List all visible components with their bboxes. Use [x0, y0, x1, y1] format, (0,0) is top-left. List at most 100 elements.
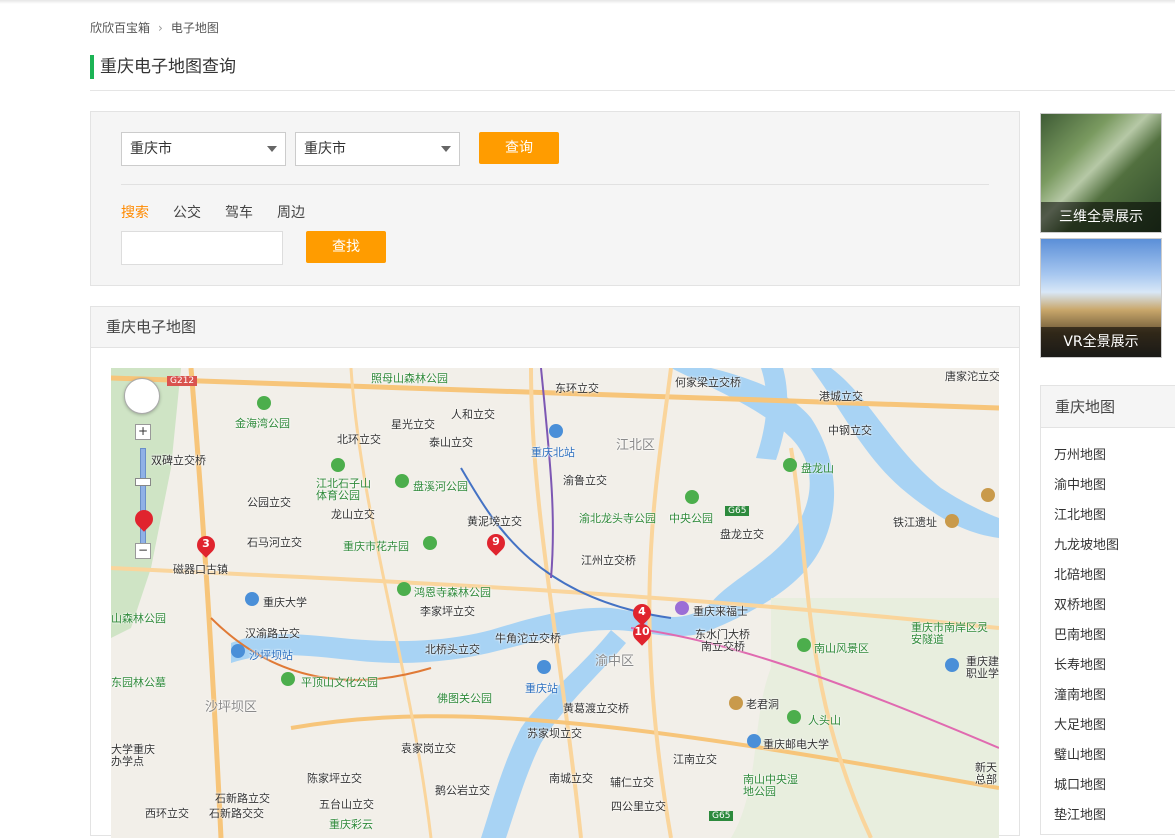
temple-icon — [729, 696, 743, 710]
map-label: 石新路交交 — [209, 807, 264, 820]
map-label: 北环立交 — [337, 433, 381, 446]
map-label: 照母山森林公园 — [371, 372, 448, 385]
district-link[interactable]: 垫江地图 — [1054, 801, 1175, 831]
road-shield-g65: G65 — [725, 506, 750, 516]
map-label: 黄葛渡立交桥 — [563, 702, 629, 715]
map-label: 港城立交 — [819, 390, 863, 403]
map-label: 大学重庆办学点 — [111, 743, 155, 768]
map-label: 双碑立交桥 — [151, 454, 206, 467]
zoom-out-button[interactable]: − — [135, 543, 151, 559]
rail-station-icon — [549, 424, 563, 438]
breadcrumb-home[interactable]: 欣欣百宝箱 — [90, 19, 150, 36]
map-label: 李家坪立交 — [420, 605, 475, 618]
district-link[interactable]: 万州地图 — [1054, 441, 1175, 471]
district-link[interactable]: 北碚地图 — [1054, 561, 1175, 591]
page-title: 重庆电子地图查询 — [90, 55, 236, 79]
map-marker[interactable]: 9 — [483, 530, 509, 556]
map-label: 重庆北站 — [531, 446, 575, 459]
chevron-down-icon — [267, 146, 277, 152]
map-label: 重庆邮电大学 — [763, 738, 829, 751]
university-icon — [747, 734, 761, 748]
map-label: 辅仁立交 — [610, 776, 654, 789]
district-link[interactable]: 璧山地图 — [1054, 741, 1175, 771]
panorama-3d-caption: 三维全景展示 — [1041, 202, 1161, 232]
top-shadow — [0, 0, 1175, 4]
chevron-right-icon: › — [158, 20, 163, 35]
map-label: 重庆来福士 — [693, 605, 748, 618]
map-label: 重庆市花卉园 — [343, 540, 409, 553]
city-select[interactable]: 重庆市 — [295, 132, 460, 166]
panorama-3d-link[interactable]: 三维全景展示 — [1040, 113, 1162, 233]
zoom-in-button[interactable]: + — [135, 424, 151, 440]
panorama-vr-caption: VR全景展示 — [1041, 327, 1161, 357]
map-label: 重庆站 — [525, 682, 558, 695]
search-input[interactable] — [121, 231, 283, 265]
map-marker[interactable] — [131, 506, 157, 532]
find-button[interactable]: 查找 — [306, 231, 386, 263]
district-link[interactable]: 巴南地图 — [1054, 621, 1175, 651]
district-link[interactable]: 长寿地图 — [1054, 651, 1175, 681]
rail-station-icon — [537, 660, 551, 674]
district-link[interactable]: 城口地图 — [1054, 771, 1175, 801]
map-label: 沙坪坝区 — [205, 700, 258, 715]
map-marker[interactable]: 10 — [629, 620, 655, 646]
map-label: 重庆市南岸区灵安隧道 — [911, 621, 988, 646]
query-button[interactable]: 查询 — [479, 132, 559, 164]
zoom-slider-track[interactable] — [140, 448, 146, 548]
map-label: 磁器口古镇 — [173, 563, 228, 576]
district-link[interactable]: 潼南地图 — [1054, 681, 1175, 711]
park-icon — [787, 710, 801, 724]
map-label: 渝鲁立交 — [563, 474, 607, 487]
map-label: 泰山立交 — [429, 436, 473, 449]
map-label: 石马河立交 — [247, 536, 302, 549]
chevron-down-icon — [441, 146, 451, 152]
map-canvas[interactable]: + − G212 G65 G65 照母山森林公园 东环立交 何家梁立交桥 唐家沱… — [111, 368, 999, 838]
pan-control[interactable] — [124, 378, 160, 414]
panorama-vr-link[interactable]: VR全景展示 — [1040, 238, 1162, 358]
map-panel-title: 重庆电子地图 — [91, 307, 1019, 348]
city-select-value: 重庆市 — [304, 141, 346, 157]
district-link[interactable]: 渝中地图 — [1054, 471, 1175, 501]
map-label: 苏家坝立交 — [527, 727, 582, 740]
park-icon — [281, 672, 295, 686]
district-link[interactable]: 双桥地图 — [1054, 591, 1175, 621]
breadcrumb-current: 电子地图 — [170, 21, 219, 35]
district-box-title: 重庆地图 — [1041, 386, 1175, 428]
province-select[interactable]: 重庆市 — [121, 132, 286, 166]
park-icon — [331, 458, 345, 472]
rail-station-icon — [231, 644, 245, 658]
park-icon — [685, 490, 699, 504]
map-label: 重庆大学 — [263, 596, 307, 609]
map-label: 中央公园 — [669, 512, 713, 525]
map-label: 盘龙立交 — [720, 528, 764, 541]
province-select-value: 重庆市 — [130, 141, 172, 157]
map-marker[interactable]: 3 — [193, 532, 219, 558]
landmark-icon — [981, 488, 995, 502]
park-icon — [395, 474, 409, 488]
map-label: 北桥头立交 — [425, 643, 480, 656]
tab-drive[interactable]: 驾车 — [225, 202, 253, 222]
map-label: 盘龙山 — [801, 462, 834, 475]
district-link[interactable]: 大足地图 — [1054, 711, 1175, 741]
title-divider — [90, 90, 1175, 91]
map-label: 沙坪坝站 — [249, 649, 293, 662]
map-label: 公园立交 — [247, 496, 291, 509]
map-label: 江北区 — [616, 438, 656, 453]
map-panel: 重庆电子地图 + − G212 G65 G65 照母山森林公园 东环立交 何家梁… — [90, 306, 1020, 838]
road-shield-g65: G65 — [709, 811, 734, 821]
tab-search[interactable]: 搜索 — [121, 202, 149, 222]
map-label: 陈家坪立交 — [307, 772, 362, 785]
tab-nearby[interactable]: 周边 — [277, 202, 305, 222]
map-label: 星光立交 — [391, 418, 435, 431]
district-link[interactable]: 江北地图 — [1054, 501, 1175, 531]
map-label: 南山风景区 — [814, 642, 869, 655]
map-label: 南山中央湿地公园 — [743, 773, 798, 798]
map-label: 东园林公墓 — [111, 676, 166, 689]
map-label: 渝中区 — [595, 654, 635, 669]
zoom-slider-handle[interactable] — [135, 478, 151, 486]
map-label: 唐家沱立交 — [945, 370, 999, 383]
district-link[interactable]: 九龙坡地图 — [1054, 531, 1175, 561]
marker-number: 9 — [492, 535, 500, 548]
map-label: 新天总部 — [975, 761, 997, 786]
tab-bus[interactable]: 公交 — [173, 202, 201, 222]
